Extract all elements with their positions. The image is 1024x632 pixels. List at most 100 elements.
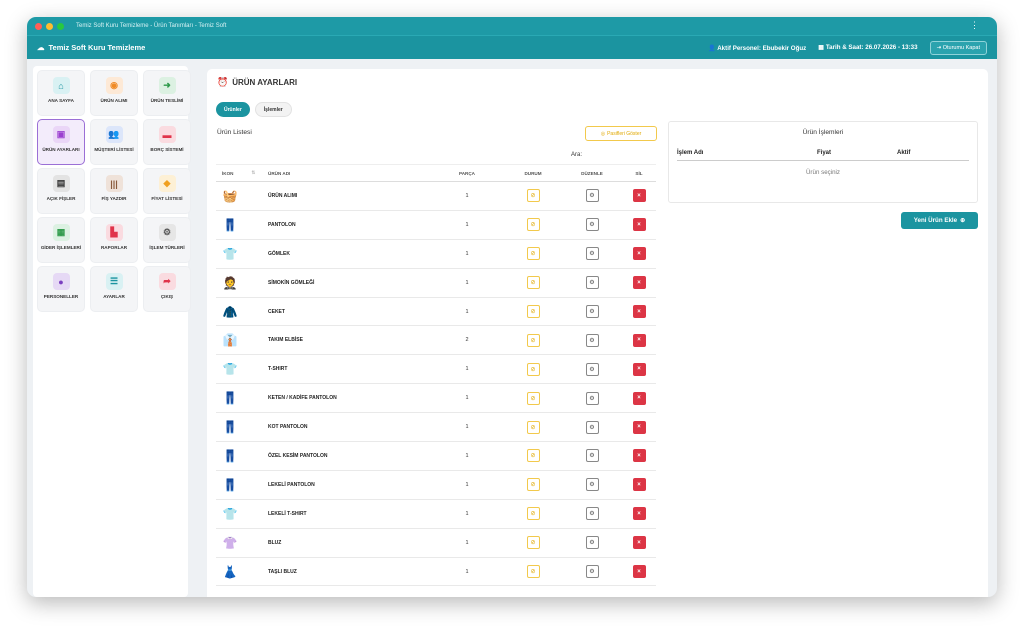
col-header-parts-label: PARÇA: [459, 170, 475, 176]
sidebar-item-exit[interactable]: ➦ ÇIKIŞ: [143, 266, 191, 312]
gear-icon[interactable]: ⚙: [585, 449, 599, 463]
tab-products[interactable]: Ürünler: [216, 102, 250, 117]
col-header-status[interactable]: DURUM: [504, 171, 562, 176]
delete-icon[interactable]: ×: [632, 391, 646, 405]
status-toggle-icon[interactable]: ⊘: [526, 276, 540, 290]
table-row[interactable]: 👖 KETEN / KADİFE PANTOLON 1 ⊘ ⚙ ×: [216, 384, 656, 414]
table-row[interactable]: 👖 PANTOLON 1 ⊘ ⚙ ×: [216, 211, 656, 240]
gear-icon[interactable]: ⚙: [585, 362, 599, 376]
gear-icon[interactable]: ⚙: [585, 333, 599, 347]
status-toggle-icon[interactable]: ⊘: [526, 536, 540, 550]
status-toggle-icon[interactable]: ⊘: [526, 565, 540, 579]
table-row[interactable]: 👖 ÖZEL KESİM PANTOLON 1 ⊘ ⚙ ×: [216, 442, 656, 471]
gear-icon[interactable]: ⚙: [585, 247, 599, 261]
sidebar-item-tag[interactable]: ◆ FİYAT LİSTESİ: [143, 168, 191, 214]
delete-icon[interactable]: ×: [632, 478, 646, 492]
search-input[interactable]: [585, 149, 650, 160]
table-row[interactable]: 👗 TAŞLI BLUZ 1 ⊘ ⚙ ×: [216, 558, 656, 587]
status-toggle-icon[interactable]: ⊘: [526, 362, 540, 376]
tab-operations[interactable]: İşlemler: [254, 102, 292, 117]
delete-icon[interactable]: ×: [632, 362, 646, 376]
table-row[interactable]: 👖 KOT PANTOLON 1 ⊘ ⚙ ×: [216, 413, 656, 443]
gear-icon[interactable]: ⚙: [585, 536, 599, 550]
status-toggle-icon[interactable]: ⊘: [526, 247, 540, 261]
row-parts: 1: [465, 568, 469, 575]
sidebar-item-cash[interactable]: ▦ GİDER İŞLEMLERİ: [37, 217, 85, 263]
sidebar-item-wallet[interactable]: ▬ BORÇ SİSTEMİ: [143, 119, 191, 165]
add-product-button[interactable]: Yeni Ürün Ekle ⊕: [901, 212, 978, 229]
row-parts: 1: [465, 308, 469, 315]
title-bar: Temiz Soft Kuru Temizleme - Ürün Tanımla…: [27, 17, 997, 35]
row-icon-cell: 👖: [216, 389, 268, 407]
status-toggle-icon[interactable]: ⊘: [526, 305, 540, 318]
col-header-edit[interactable]: DÜZENLE: [562, 171, 622, 176]
delete-icon[interactable]: ×: [632, 536, 646, 550]
table-row[interactable]: 👕 T-SHIRT 1 ⊘ ⚙ ×: [216, 355, 656, 385]
gear-icon[interactable]: ⚙: [585, 305, 599, 318]
show-passive-button[interactable]: ◎ Pasifleri Göster: [585, 126, 657, 141]
gear-icon[interactable]: ⚙: [585, 276, 599, 290]
gear-icon[interactable]: ⚙: [585, 507, 599, 521]
gear-icon[interactable]: ⚙: [585, 420, 599, 434]
status-toggle-icon[interactable]: ⊘: [526, 449, 540, 463]
window-menu-icon[interactable]: ⋮: [970, 20, 979, 31]
gear-icon[interactable]: ⚙: [585, 218, 599, 232]
logout-button[interactable]: ⇥ Oturumu Kapat: [929, 40, 987, 55]
status-toggle-icon[interactable]: ⊘: [526, 218, 540, 232]
delete-icon[interactable]: ×: [632, 218, 646, 232]
sidebar-item-users[interactable]: 👥 MÜŞTERİ LİSTESİ: [90, 119, 138, 165]
status-toggle-icon[interactable]: ⊘: [526, 507, 540, 521]
table-row[interactable]: 👔 TAKIM ELBİSE 2 ⊘ ⚙ ×: [216, 326, 656, 356]
status-toggle-icon[interactable]: ⊘: [526, 391, 540, 405]
ops-title: Ürün İşlemleri: [802, 129, 844, 136]
row-product-name: CEKET: [268, 308, 285, 315]
gear-icon[interactable]: ⚙: [585, 189, 599, 203]
table-row[interactable]: 🧺 ÜRÜN ALIMI 1 ⊘ ⚙ ×: [216, 182, 656, 211]
delete-icon[interactable]: ×: [632, 507, 646, 521]
gear-icon[interactable]: ⚙: [585, 391, 599, 405]
sidebar-item-person[interactable]: ● PERSONELLER: [37, 266, 85, 312]
col-header-edit-label: DÜZENLE: [581, 170, 603, 176]
col-header-parts[interactable]: PARÇA: [430, 171, 504, 176]
row-delete-cell: ×: [622, 420, 656, 434]
sidebar-item-home[interactable]: ⌂ ANA SAYFA: [37, 70, 85, 116]
delete-icon[interactable]: ×: [632, 276, 646, 290]
delete-icon[interactable]: ×: [632, 449, 646, 463]
sidebar-item-chart[interactable]: ▙ RAPORLAR: [90, 217, 138, 263]
delete-icon[interactable]: ×: [632, 333, 646, 347]
col-header-delete[interactable]: SİL: [622, 171, 656, 176]
col-header-icon[interactable]: İKON ⇅: [216, 170, 268, 176]
table-row[interactable]: 👕 GÖMLEK 1 ⊘ ⚙ ×: [216, 240, 656, 269]
delete-icon[interactable]: ×: [632, 305, 646, 318]
maximize-window-button[interactable]: [57, 22, 64, 30]
status-toggle-icon[interactable]: ⊘: [526, 333, 540, 347]
gear-icon[interactable]: ⚙: [585, 478, 599, 492]
delete-icon[interactable]: ×: [632, 565, 646, 579]
delete-icon[interactable]: ×: [632, 189, 646, 203]
table-row[interactable]: 👕 LEKELİ T-SHIRT 1 ⊘ ⚙ ×: [216, 500, 656, 529]
row-parts: 1: [465, 250, 469, 257]
sidebar-item-delivery[interactable]: ➜ ÜRÜN TESLİMİ: [143, 70, 191, 116]
row-parts: 1: [465, 279, 469, 286]
col-header-name[interactable]: ÜRÜN ADI: [268, 171, 430, 176]
status-toggle-icon[interactable]: ⊘: [526, 189, 540, 203]
table-row[interactable]: 🧥 CEKET 1 ⊘ ⚙ ×: [216, 298, 656, 327]
delivery-icon: ➜: [158, 77, 176, 94]
sidebar-item-label: AÇIK FİŞLER: [46, 196, 76, 201]
sidebar-item-receipt[interactable]: ▤ AÇIK FİŞLER: [37, 168, 85, 214]
table-row[interactable]: 👚 BLUZ 1 ⊘ ⚙ ×: [216, 529, 656, 558]
sidebar-item-gears[interactable]: ⚙ İŞLEM TÜRLERİ: [143, 217, 191, 263]
status-toggle-icon[interactable]: ⊘: [526, 478, 540, 492]
status-toggle-icon[interactable]: ⊘: [526, 420, 540, 434]
delete-icon[interactable]: ×: [632, 247, 646, 261]
sidebar-item-target[interactable]: ◉ ÜRÜN ALIMI: [90, 70, 138, 116]
sidebar-item-product-settings[interactable]: ▣ ÜRÜN AYARLARI: [37, 119, 85, 165]
gear-icon[interactable]: ⚙: [585, 565, 599, 579]
table-row[interactable]: 👖 LEKELİ PANTOLON 1 ⊘ ⚙ ×: [216, 471, 656, 500]
table-row[interactable]: 🤵 SİMOKİN GÖMLEĞİ 1 ⊘ ⚙ ×: [216, 269, 656, 298]
minimize-window-button[interactable]: [46, 22, 53, 30]
sidebar-item-sliders[interactable]: ☰ AYARLAR: [90, 266, 138, 312]
delete-icon[interactable]: ×: [632, 420, 646, 434]
sidebar-item-barcode[interactable]: ||| FİŞ YAZDIR: [90, 168, 138, 214]
close-window-button[interactable]: [35, 22, 42, 30]
